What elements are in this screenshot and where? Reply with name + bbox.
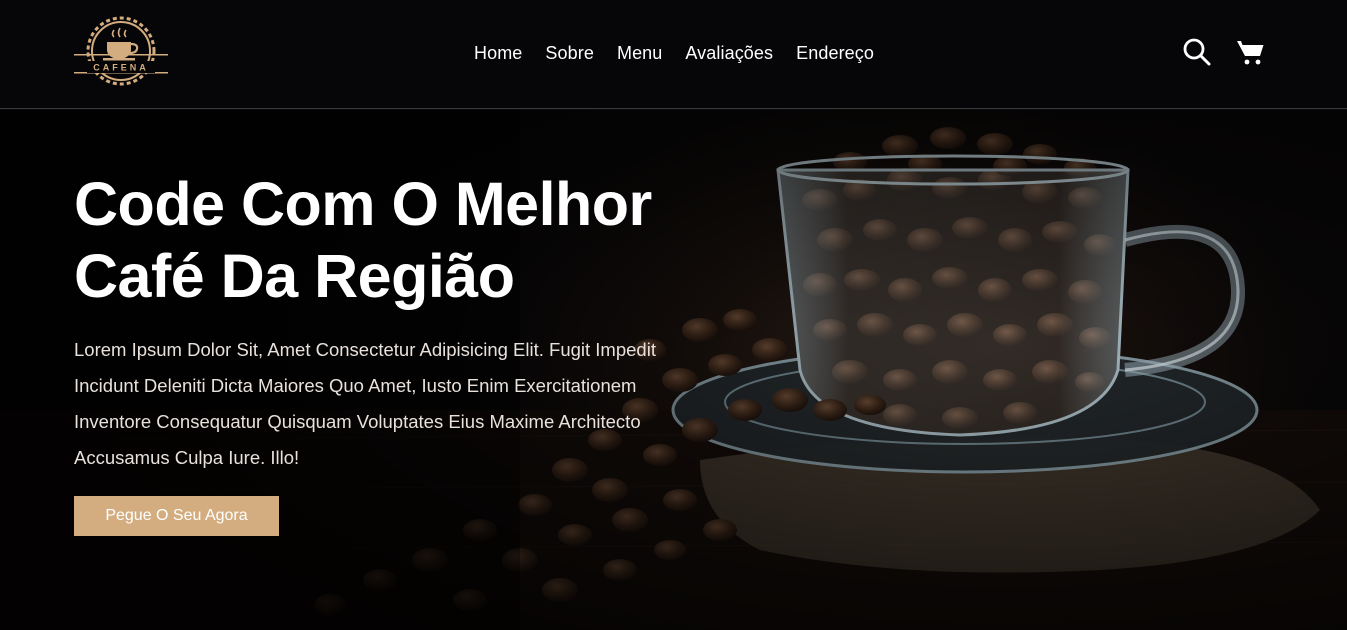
site-header: CAFENA Home Sobre Menu Avaliações Endere…: [0, 0, 1347, 109]
hero-section: Code Com O Melhor Café Da Região Lorem I…: [0, 110, 1347, 630]
hero-description: Lorem Ipsum Dolor Sit, Amet Consectetur …: [74, 339, 656, 468]
logo-text: CAFENA: [93, 63, 149, 73]
header-actions: [1182, 37, 1266, 67]
hero-content: Code Com O Melhor Café Da Região Lorem I…: [74, 168, 664, 536]
nav-menu[interactable]: Menu: [617, 43, 662, 64]
search-icon[interactable]: [1182, 37, 1212, 67]
nav-home[interactable]: Home: [474, 43, 522, 64]
main-nav: Home Sobre Menu Avaliações Endereço: [474, 43, 874, 64]
nav-endereco[interactable]: Endereço: [796, 43, 874, 64]
cafena-logo[interactable]: CAFENA: [73, 12, 169, 90]
cart-icon[interactable]: [1236, 37, 1266, 67]
nav-sobre[interactable]: Sobre: [545, 43, 594, 64]
get-yours-button[interactable]: Pegue O Seu Agora: [74, 496, 279, 536]
coffee-cup-logo-icon: CAFENA: [74, 16, 168, 86]
hero-title: Code Com O Melhor Café Da Região: [74, 170, 652, 310]
nav-avaliacoes[interactable]: Avaliações: [685, 43, 773, 64]
